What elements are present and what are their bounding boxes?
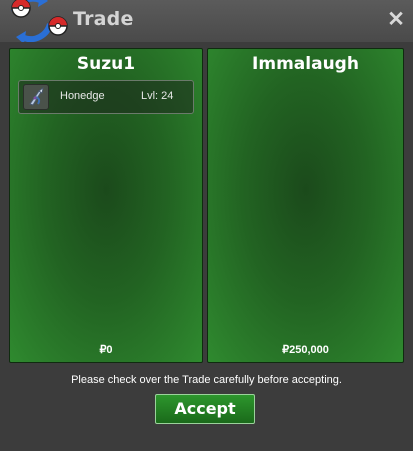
pokeball-arrows-logo-icon bbox=[11, 0, 68, 44]
window-title: Trade bbox=[73, 8, 134, 30]
partner-offer-panel: Immalaugh ₽250,000 bbox=[207, 48, 404, 363]
my-money-offer: ₽0 bbox=[99, 344, 113, 356]
titlebar[interactable]: Trade ✕ bbox=[0, 0, 413, 44]
trade-notice: Please check over the Trade carefully be… bbox=[71, 374, 342, 386]
pokemon-name: Honedge bbox=[60, 90, 105, 102]
close-icon[interactable]: ✕ bbox=[385, 9, 407, 31]
partner-player-name: Immalaugh bbox=[252, 54, 359, 74]
trade-body: Suzu1 Honedge Lvl: 24 ₽0 Immalaugh ₽250,… bbox=[0, 42, 413, 451]
offered-pokemon-row[interactable]: Honedge Lvl: 24 bbox=[18, 80, 194, 114]
accept-button[interactable]: Accept bbox=[155, 394, 255, 424]
my-offer-panel: Suzu1 Honedge Lvl: 24 ₽0 bbox=[9, 48, 203, 363]
my-player-name: Suzu1 bbox=[76, 54, 136, 74]
pokemon-level: Lvl: 24 bbox=[141, 90, 174, 102]
trade-window: Trade ✕ Suzu1 Honedge Lvl: 24 ₽0 Immalau… bbox=[0, 0, 413, 451]
partner-money-offer: ₽250,000 bbox=[282, 344, 329, 356]
sword-pokemon-icon bbox=[23, 84, 49, 110]
